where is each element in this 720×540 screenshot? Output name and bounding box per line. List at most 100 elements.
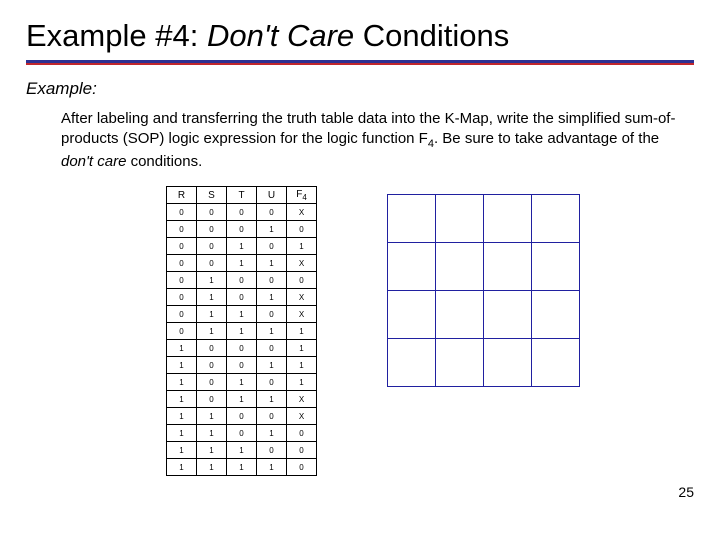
table-cell: 1 — [227, 306, 257, 323]
kmap-grid — [387, 194, 580, 387]
kmap-cell — [388, 243, 436, 291]
table-cell: 0 — [197, 340, 227, 357]
table-cell: 1 — [197, 425, 227, 442]
table-cell: 0 — [227, 425, 257, 442]
kmap-cell — [532, 339, 580, 387]
table-cell: 0 — [257, 408, 287, 425]
table-row: 10001 — [167, 340, 317, 357]
kmap-cell — [388, 195, 436, 243]
table-cell: 0 — [257, 340, 287, 357]
table-cell: 0 — [167, 272, 197, 289]
table-cell: 1 — [257, 459, 287, 476]
table-cell: 0 — [227, 340, 257, 357]
table-cell: 1 — [227, 391, 257, 408]
instructions: After labeling and transferring the trut… — [61, 109, 684, 172]
table-cell: 1 — [257, 255, 287, 272]
table-cell: 1 — [167, 357, 197, 374]
instr-line3: conditions. — [126, 153, 202, 170]
table-cell: 1 — [167, 391, 197, 408]
kmap-cell — [532, 243, 580, 291]
kmap-row — [388, 291, 580, 339]
kmap-row — [388, 243, 580, 291]
table-cell: X — [287, 255, 317, 272]
table-cell: 0 — [197, 357, 227, 374]
kmap-cell — [436, 339, 484, 387]
table-row: 1100X — [167, 408, 317, 425]
table-cell: 0 — [227, 408, 257, 425]
table-row: 00101 — [167, 238, 317, 255]
kmap-cell — [484, 195, 532, 243]
kmap-cell — [436, 243, 484, 291]
table-row: 0000X — [167, 204, 317, 221]
table-cell: 1 — [287, 323, 317, 340]
table-cell: 1 — [197, 459, 227, 476]
table-cell: 0 — [287, 442, 317, 459]
table-cell: 0 — [167, 204, 197, 221]
table-cell: 1 — [167, 442, 197, 459]
table-cell: 0 — [257, 272, 287, 289]
table-cell: 0 — [287, 272, 317, 289]
instr-italic: don't care — [61, 153, 126, 170]
table-cell: 1 — [197, 272, 227, 289]
col-header: R — [167, 187, 197, 204]
col-header: F4 — [287, 187, 317, 204]
table-row: 11110 — [167, 459, 317, 476]
kmap-cell — [436, 291, 484, 339]
table-cell: 1 — [227, 442, 257, 459]
table-cell: 1 — [167, 340, 197, 357]
table-row: 01111 — [167, 323, 317, 340]
truth-table: R S T U F4 0000X00010001010011X010000101… — [166, 186, 317, 476]
table-cell: 1 — [197, 323, 227, 340]
table-cell: 1 — [227, 323, 257, 340]
table-cell: 1 — [167, 425, 197, 442]
table-cell: 1 — [167, 408, 197, 425]
kmap-row — [388, 339, 580, 387]
kmap-row — [388, 195, 580, 243]
table-row: 0110X — [167, 306, 317, 323]
table-cell: 1 — [257, 323, 287, 340]
table-cell: 0 — [287, 425, 317, 442]
table-cell: 0 — [197, 255, 227, 272]
kmap-cell — [388, 291, 436, 339]
kmap-wrapper — [387, 194, 580, 387]
table-row: 0101X — [167, 289, 317, 306]
table-cell: 1 — [257, 221, 287, 238]
table-row: 10011 — [167, 357, 317, 374]
table-cell: 1 — [197, 442, 227, 459]
table-cell: 1 — [287, 238, 317, 255]
page-title: Example #4: Don't Care Conditions — [26, 18, 694, 54]
col-header: U — [257, 187, 287, 204]
table-cell: 0 — [287, 459, 317, 476]
title-italic: Don't Care — [207, 18, 354, 53]
table-cell: 0 — [257, 238, 287, 255]
table-cell: 0 — [197, 204, 227, 221]
table-cell: 0 — [257, 204, 287, 221]
table-cell: 0 — [257, 306, 287, 323]
table-cell: 1 — [227, 255, 257, 272]
table-cell: 0 — [227, 221, 257, 238]
title-prefix: Example #4: — [26, 18, 207, 53]
table-cell: 1 — [257, 289, 287, 306]
table-cell: X — [287, 391, 317, 408]
table-header-row: R S T U F4 — [167, 187, 317, 204]
table-cell: X — [287, 408, 317, 425]
table-cell: 1 — [167, 459, 197, 476]
kmap-cell — [484, 243, 532, 291]
table-cell: 1 — [197, 408, 227, 425]
table-row: 11100 — [167, 442, 317, 459]
table-cell: 0 — [227, 272, 257, 289]
table-cell: X — [287, 289, 317, 306]
table-row: 11010 — [167, 425, 317, 442]
table-cell: 1 — [227, 459, 257, 476]
example-label: Example: — [26, 79, 694, 99]
table-cell: 0 — [197, 391, 227, 408]
kmap-cell — [532, 195, 580, 243]
table-row: 10101 — [167, 374, 317, 391]
table-cell: 1 — [197, 306, 227, 323]
truth-table-body: 0000X00010001010011X010000101X0110X01111… — [167, 204, 317, 476]
table-cell: 0 — [197, 374, 227, 391]
kmap-cell — [532, 291, 580, 339]
title-underline-red — [26, 63, 694, 65]
table-cell: 0 — [287, 221, 317, 238]
table-row: 00010 — [167, 221, 317, 238]
